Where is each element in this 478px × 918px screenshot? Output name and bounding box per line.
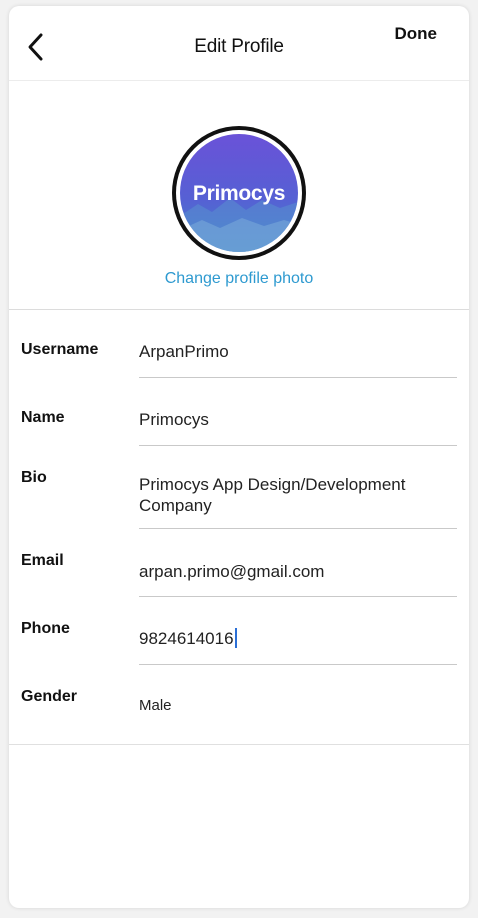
profile-photo-section: Primocys Change profile photo (9, 81, 469, 310)
name-field[interactable]: Primocys (139, 409, 457, 430)
brand-logo-text: Primocys (192, 182, 286, 205)
email-label: Email (21, 552, 64, 569)
bio-label: Bio (21, 469, 47, 486)
username-field[interactable]: ArpanPrimo (139, 341, 457, 362)
username-label: Username (21, 341, 99, 358)
header-bar: Edit Profile Done (9, 6, 469, 81)
phone-underline (139, 664, 457, 665)
bio-underline (139, 528, 457, 529)
email-field[interactable]: arpan.primo@gmail.com (139, 561, 457, 582)
phone-label: Phone (21, 620, 70, 637)
done-button[interactable]: Done (395, 24, 438, 44)
phone-value: 9824614016 (139, 629, 234, 648)
avatar-image: Primocys (180, 134, 298, 252)
email-underline (139, 596, 457, 597)
name-underline (139, 445, 457, 446)
edit-profile-screen: Edit Profile Done Primocys Change profil… (9, 6, 469, 908)
username-underline (139, 377, 457, 378)
text-cursor (234, 628, 237, 648)
bio-field[interactable]: Primocys App Design/Development Company (139, 474, 457, 516)
phone-field[interactable]: 9824614016 (139, 628, 457, 649)
name-label: Name (21, 409, 65, 426)
change-photo-link[interactable]: Change profile photo (9, 270, 469, 288)
gender-select[interactable]: Male (139, 695, 457, 716)
gender-label: Gender (21, 688, 78, 705)
section-divider (9, 744, 469, 745)
avatar[interactable]: Primocys (172, 126, 306, 260)
